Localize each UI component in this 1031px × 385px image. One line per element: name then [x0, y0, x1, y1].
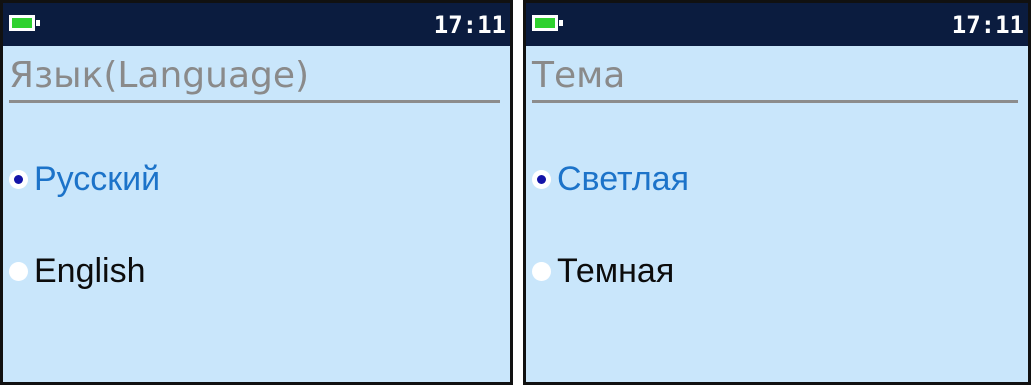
- title-divider: [9, 100, 500, 103]
- status-bar: 17:11: [3, 3, 510, 46]
- theme-option-light[interactable]: Светлая: [532, 157, 689, 201]
- radio-selected-icon[interactable]: [532, 169, 551, 189]
- option-label: Темная: [557, 252, 675, 290]
- clock: 17:11: [433, 11, 506, 39]
- option-label: Русский: [34, 160, 161, 198]
- theme-option-dark[interactable]: Темная: [532, 249, 674, 293]
- language-option-russian[interactable]: Русский: [9, 157, 160, 201]
- status-bar: 17:11: [526, 3, 1028, 46]
- radio-unselected-icon[interactable]: [9, 261, 28, 281]
- language-screen: 17:11 Язык(Language) Русский English: [0, 0, 513, 385]
- option-label: English: [34, 252, 146, 290]
- option-label: Светлая: [557, 160, 689, 198]
- radio-selected-icon[interactable]: [9, 169, 28, 189]
- radio-unselected-icon[interactable]: [532, 261, 551, 281]
- page-title: Язык(Language): [9, 55, 310, 96]
- battery-icon: [532, 15, 563, 31]
- clock: 17:11: [951, 11, 1024, 39]
- title-divider: [532, 100, 1018, 103]
- page-title: Тема: [532, 55, 626, 96]
- language-option-english[interactable]: English: [9, 249, 146, 293]
- battery-icon: [9, 15, 40, 31]
- theme-screen: 17:11 Тема Светлая Темная: [523, 0, 1031, 385]
